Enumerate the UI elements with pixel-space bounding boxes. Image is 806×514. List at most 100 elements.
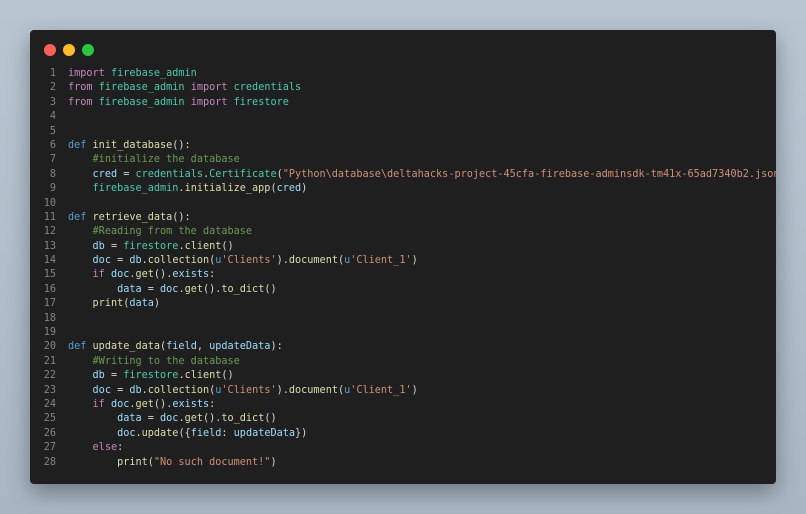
code-token: ). [276, 255, 289, 267]
code-line: 19 [30, 326, 776, 340]
line-number: 1 [49, 68, 56, 79]
code-token: firestore [233, 96, 289, 108]
code-block: 1 import firebase_admin 2 from firebase_adm… [30, 67, 776, 470]
code-token: : [209, 398, 216, 410]
code-token: (): [172, 211, 191, 223]
code-line: 21 #Writing to the database [30, 355, 776, 369]
minimize-button[interactable] [63, 44, 75, 56]
line-number: 28 [43, 456, 56, 468]
line-source: #Reading from the database [56, 225, 252, 239]
code-token: () [221, 370, 234, 382]
code-token: "No such document!" [153, 456, 271, 468]
line-source: def init_database(): [56, 139, 191, 153]
line-number: 2 [49, 82, 56, 94]
code-token: : [209, 269, 216, 281]
code-token: from [68, 82, 93, 94]
code-token: cred [276, 183, 302, 195]
code-token: document [288, 384, 338, 396]
code-token: = [104, 240, 124, 252]
code-token: else [92, 442, 118, 454]
line-number: 25 [43, 413, 56, 425]
code-line: 15 if doc.get().exists: [30, 268, 776, 282]
line-number: 7 [49, 154, 56, 166]
maximize-button[interactable] [82, 44, 94, 56]
code-token: ): [270, 341, 283, 353]
code-token: #Writing to the database [92, 355, 240, 367]
line-number: 13 [43, 240, 56, 252]
line-source: from firebase_admin import firestore [56, 96, 289, 110]
line-source: if doc.get().exists: [56, 268, 216, 282]
code-token: collection [147, 255, 210, 267]
code-token: = [117, 168, 136, 180]
code-line: 23 doc = db.collection(u'Clients').docum… [30, 384, 776, 398]
code-token: , [196, 341, 210, 353]
code-token: doc [110, 269, 130, 281]
code-token: get [135, 398, 154, 410]
line-number: 3 [49, 96, 56, 108]
line-source: doc = db.collection(u'Clients').document… [56, 384, 418, 398]
code-line: 3 from firebase_admin import firestore [30, 96, 776, 110]
code-token: : [117, 442, 124, 454]
code-token: }) [295, 427, 308, 439]
code-line: 27 else: [30, 441, 776, 455]
code-token: (): [172, 139, 191, 151]
code-line: 13 db = firestore.client() [30, 240, 776, 254]
line-source: data = doc.get().to_dict() [56, 412, 277, 426]
window-controls [44, 44, 94, 56]
line-source: doc.update({field: updateData}) [56, 427, 307, 441]
code-token: ({ [178, 427, 191, 439]
line-number: 22 [43, 370, 56, 382]
code-line: 10 [30, 197, 776, 211]
code-line: 1 import firebase_admin [30, 67, 776, 81]
line-number: 26 [43, 427, 56, 439]
code-line: 6 def init_database(): [30, 139, 776, 153]
code-token: : [221, 427, 234, 439]
code-token: db [92, 240, 105, 252]
code-token: db [92, 370, 105, 382]
code-line: 14 doc = db.collection(u'Clients').docum… [30, 254, 776, 268]
line-number: 8 [49, 168, 56, 180]
code-token: doc [92, 255, 111, 267]
code-token: 'Client_1' [350, 384, 412, 396]
code-token: import [190, 96, 228, 108]
line-number: 16 [43, 283, 56, 295]
code-line: 8 cred = credentials.Certificate("Python… [30, 168, 776, 182]
code-window: 1 import firebase_admin 2 from firebase_adm… [30, 30, 776, 484]
code-token: = [104, 370, 124, 382]
line-number: 27 [43, 442, 56, 454]
code-token: credentials [233, 82, 302, 94]
line-number: 20 [43, 341, 56, 353]
code-token: = [110, 384, 130, 396]
code-token: 'Clients' [221, 384, 277, 396]
code-token: data [117, 283, 142, 295]
line-number: 23 [43, 384, 56, 396]
code-token: db [129, 384, 142, 396]
code-token: 'Clients' [221, 255, 277, 267]
code-token: firebase_admin [98, 96, 185, 108]
code-token: doc [110, 398, 130, 410]
code-token: firestore [123, 240, 179, 252]
line-number: 15 [43, 269, 56, 281]
code-token: exists [172, 398, 210, 410]
code-token: init_database [92, 139, 173, 151]
code-line: 5 [30, 125, 776, 139]
line-number: 12 [43, 226, 56, 238]
code-token: updateData [209, 341, 271, 353]
code-token: () [264, 283, 277, 295]
code-token: data [117, 413, 142, 425]
code-token: #initialize the database [92, 154, 240, 166]
code-token: retrieve_data [92, 211, 173, 223]
code-token: document [288, 255, 338, 267]
line-source: def retrieve_data(): [56, 211, 191, 225]
code-token: updateData [233, 427, 296, 439]
code-token: (). [202, 413, 222, 425]
code-token: get [184, 283, 203, 295]
close-button[interactable] [44, 44, 56, 56]
